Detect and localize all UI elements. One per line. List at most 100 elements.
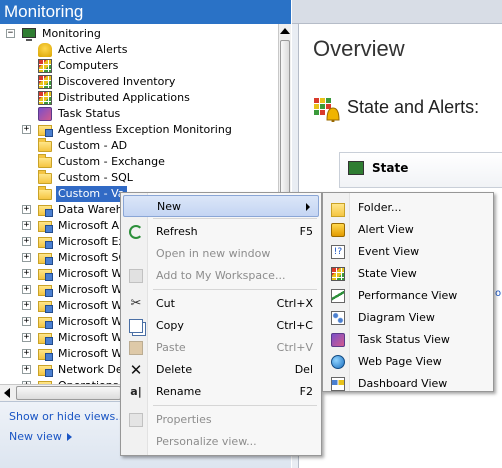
tree-item-label: Custom - Exchange xyxy=(58,155,165,168)
page-title: Overview xyxy=(313,36,405,61)
state-and-alerts-icon xyxy=(314,98,340,122)
alert-view-icon xyxy=(331,223,345,237)
state-card-label: State xyxy=(372,161,409,175)
new-submenu: Folder... Alert View!? Event View State Vie… xyxy=(322,192,494,392)
details-toolbar xyxy=(292,0,502,24)
expand-icon[interactable]: + xyxy=(22,333,31,342)
menu-item-new[interactable]: New xyxy=(123,195,319,217)
menu-item-properties[interactable]: Properties xyxy=(123,409,319,431)
tree-item-label: Active Alerts xyxy=(58,43,128,56)
submenu-item-label: Diagram View xyxy=(358,311,435,324)
expand-icon[interactable]: + xyxy=(22,237,31,246)
scissors-icon: ✂ xyxy=(130,296,142,311)
folder-view-icon xyxy=(38,349,53,361)
menu-item-label: Open in new window xyxy=(156,247,271,260)
folder-icon xyxy=(38,154,52,168)
expand-icon[interactable]: + xyxy=(22,317,31,326)
scroll-thumb[interactable] xyxy=(16,386,121,400)
web-page-view-icon xyxy=(331,355,345,369)
paste-icon xyxy=(129,341,143,355)
menu-item-delete[interactable]: ✕ Delete Del xyxy=(123,359,319,381)
submenu-item-event-view[interactable]: !? Event View xyxy=(325,241,491,263)
new-view-label: New view xyxy=(9,430,62,443)
chevron-right-icon xyxy=(66,433,72,441)
tree-item[interactable]: Discovered Inventory xyxy=(0,74,278,90)
menu-item-copy[interactable]: Copy Ctrl+C xyxy=(123,315,319,337)
context-menu: New Refresh F5 Open in new window Add to My … xyxy=(120,192,322,456)
menu-separator xyxy=(153,218,317,219)
submenu-item-web-page-view[interactable]: Web Page View xyxy=(325,351,491,373)
menu-item-open-in-new-window[interactable]: Open in new window xyxy=(123,243,319,265)
expand-icon[interactable]: + xyxy=(22,253,31,262)
task-status-icon xyxy=(38,107,52,121)
rename-icon: a| xyxy=(130,385,142,398)
tree-item-label: Microsoft Wi xyxy=(58,347,126,360)
performance-view-icon xyxy=(331,289,345,303)
tree-item-label: Microsoft SQ xyxy=(58,251,128,264)
folder-icon xyxy=(38,170,52,184)
tree-item[interactable]: Computers xyxy=(0,58,278,74)
state-card[interactable]: State xyxy=(339,152,502,188)
new-view-link[interactable]: New view xyxy=(9,430,72,443)
tree-item[interactable]: Active Alerts xyxy=(0,42,278,58)
expand-icon[interactable]: + xyxy=(22,365,31,374)
chevron-right-icon xyxy=(306,203,310,211)
menu-item-label: Personalize view... xyxy=(156,435,257,448)
state-grid-icon xyxy=(38,75,52,89)
menu-item-label: Rename xyxy=(156,385,202,398)
menu-item-refresh[interactable]: Refresh F5 xyxy=(123,221,319,243)
tree-item-label: Monitoring xyxy=(42,27,101,40)
expand-icon[interactable]: + xyxy=(22,205,31,214)
tree-item[interactable]: Distributed Applications xyxy=(0,90,278,106)
expand-icon[interactable]: + xyxy=(22,221,31,230)
menu-item-label: New xyxy=(157,200,181,213)
scroll-left-icon[interactable] xyxy=(4,388,10,398)
tree-item[interactable]: − Monitoring xyxy=(0,26,278,42)
submenu-item-folder[interactable]: Folder... xyxy=(325,197,491,219)
tree-item-label: Microsoft Wi xyxy=(58,299,126,312)
expand-icon[interactable]: + xyxy=(22,125,31,134)
submenu-item-task-status-view[interactable]: Task Status View xyxy=(325,329,491,351)
expand-icon[interactable]: + xyxy=(22,285,31,294)
workspace-icon xyxy=(129,269,143,283)
scroll-up-icon[interactable] xyxy=(280,28,290,34)
submenu-item-label: Web Page View xyxy=(358,355,442,368)
submenu-item-label: Task Status View xyxy=(358,333,450,346)
menu-item-cut[interactable]: ✂ Cut Ctrl+X xyxy=(123,293,319,315)
menu-item-add-to-my-workspace[interactable]: Add to My Workspace... xyxy=(123,265,319,287)
collapse-icon[interactable]: − xyxy=(6,29,15,38)
expand-icon[interactable]: + xyxy=(22,269,31,278)
folder-icon xyxy=(38,186,52,200)
submenu-item-dashboard-view[interactable]: Dashboard View xyxy=(325,373,491,395)
tree-item[interactable]: + Agentless Exception Monitoring xyxy=(0,122,278,138)
menu-item-paste[interactable]: Paste Ctrl+V xyxy=(123,337,319,359)
folder-icon xyxy=(38,138,52,152)
truncated-link-text[interactable]: ou xyxy=(495,288,502,299)
tree-item-label: Custom - Va xyxy=(56,186,127,202)
folder-view-icon xyxy=(38,333,53,345)
folder-view-icon xyxy=(38,285,53,297)
folder-view-icon xyxy=(38,237,53,249)
submenu-item-state-view[interactable]: State View xyxy=(325,263,491,285)
submenu-item-label: State View xyxy=(358,267,417,280)
tree-item[interactable]: Custom - AD xyxy=(0,138,278,154)
tree-item[interactable]: Custom - Exchange xyxy=(0,154,278,170)
tree-item-label: Custom - AD xyxy=(58,139,128,152)
submenu-item-alert-view[interactable]: Alert View xyxy=(325,219,491,241)
tree-item-label: Discovered Inventory xyxy=(58,75,176,88)
submenu-item-label: Event View xyxy=(358,245,420,258)
bell-icon xyxy=(38,43,52,57)
tree-item[interactable]: Task Status xyxy=(0,106,278,122)
pane-title: Monitoring xyxy=(0,0,291,24)
expand-icon[interactable]: + xyxy=(22,349,31,358)
tree-item-label: Microsoft Wi xyxy=(58,315,126,328)
show-hide-views-link[interactable]: Show or hide views... xyxy=(9,410,126,423)
folder-view-icon xyxy=(38,317,53,329)
expand-icon[interactable]: + xyxy=(22,301,31,310)
menu-item-rename[interactable]: a| Rename F2 xyxy=(123,381,319,403)
tree-item[interactable]: Custom - SQL xyxy=(0,170,278,186)
submenu-item-performance-view[interactable]: Performance View xyxy=(325,285,491,307)
submenu-item-diagram-view[interactable]: Diagram View xyxy=(325,307,491,329)
menu-item-personalize-view[interactable]: Personalize view... xyxy=(123,431,319,453)
menu-item-label: Paste xyxy=(156,341,186,354)
